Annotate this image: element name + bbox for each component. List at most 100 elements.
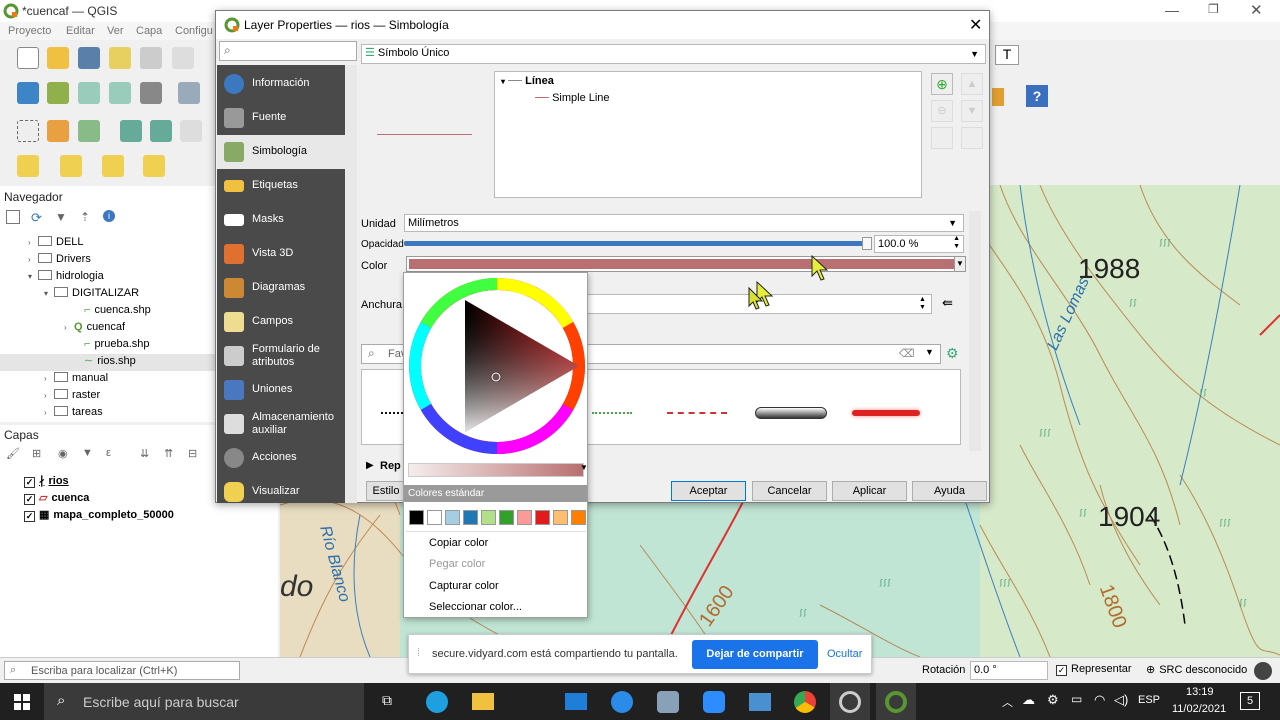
apply-button[interactable]: Aplicar — [832, 481, 907, 501]
battery-icon[interactable]: ▭ — [1071, 692, 1082, 706]
help-button[interactable]: Ayuda — [912, 481, 987, 501]
save-as-icon[interactable] — [109, 47, 131, 69]
tree-item[interactable]: ⌐ prueba.shp — [84, 338, 149, 355]
layout-manager-icon[interactable] — [172, 47, 194, 69]
app-icon[interactable] — [657, 691, 679, 713]
width-spinner-icon[interactable]: ▲ ▼ — [919, 296, 931, 312]
help-icon[interactable]: ? — [1026, 85, 1048, 107]
notification-center-icon[interactable]: 5 — [1240, 692, 1260, 710]
symbol-red-glow[interactable] — [852, 410, 920, 416]
add-symbol-layer-icon[interactable]: ⊕ — [931, 73, 953, 95]
menu-configuracion[interactable]: Configu — [175, 25, 213, 37]
select-rect-icon[interactable] — [17, 120, 39, 142]
shape3-icon[interactable] — [180, 120, 202, 142]
color-wheel[interactable] — [407, 276, 587, 456]
tree-item[interactable]: ▾ hidrologia — [28, 270, 104, 287]
digitize-icon[interactable] — [17, 82, 39, 104]
tree-item[interactable]: ⌐ cuenca.shp — [84, 304, 151, 321]
properties-scrollbar[interactable] — [969, 211, 981, 451]
file-explorer-icon[interactable] — [472, 693, 494, 710]
clock-date[interactable]: 11/02/2021 — [1172, 703, 1226, 715]
sidebar-item-acciones[interactable]: Acciones — [217, 441, 345, 475]
color-swatch-7[interactable] — [535, 510, 550, 525]
move-down-icon[interactable]: ▼ — [961, 100, 983, 122]
edit-icon[interactable] — [78, 82, 100, 104]
select-location-icon[interactable] — [143, 155, 165, 177]
taskbar-search[interactable]: ⌕ Escribe aquí para buscar — [44, 683, 364, 720]
cloud-icon[interactable]: ☁ — [1022, 692, 1035, 708]
save-project-icon[interactable] — [78, 47, 100, 69]
remove-symbol-layer-icon[interactable]: ⊖ — [931, 100, 953, 122]
color-swatch-6[interactable] — [517, 510, 532, 525]
style-manager-icon[interactable]: ⚙ — [946, 345, 964, 363]
unit-select[interactable]: Milímetros ▼ — [404, 214, 964, 232]
sidebar-item-etiquetas[interactable]: Etiquetas — [217, 169, 345, 203]
tree-item[interactable]: ▾ DIGITALIZAR — [44, 287, 139, 304]
add-group-icon[interactable]: ⊞ — [32, 447, 41, 460]
stop-sharing-button[interactable]: Dejar de compartir — [692, 640, 818, 669]
print-layout-icon[interactable] — [140, 47, 162, 69]
renderer-select[interactable]: ☰ Símbolo Único ▼ — [361, 44, 986, 64]
copy-color-item[interactable]: Copiar color — [429, 537, 488, 549]
sidebar-item-diagramas[interactable]: Diagramas — [217, 271, 345, 305]
polygon-icon[interactable] — [78, 120, 100, 142]
alpha-slider[interactable] — [408, 463, 584, 477]
shape2-icon[interactable] — [150, 120, 172, 142]
tree-item[interactable]: › tareas — [44, 406, 103, 423]
add-selected-icon[interactable] — [6, 210, 20, 224]
pencil-icon[interactable] — [109, 82, 131, 104]
locator-search[interactable]: ⌕ Escriba para localizar (Ctrl+K) — [4, 661, 240, 680]
color-swatch-2[interactable] — [445, 510, 460, 525]
symbol-tree-child[interactable]: Simple Line — [535, 92, 610, 104]
symbol-tree-root[interactable]: ▾ Línea — [501, 75, 554, 87]
minimize-icon[interactable]: — — [1165, 2, 1179, 18]
menu-editar[interactable]: Editar — [66, 25, 95, 37]
color-swatch-0[interactable] — [409, 510, 424, 525]
rotation-spinbox[interactable]: 0.0 ° — [970, 661, 1048, 680]
symbol-pipe[interactable] — [755, 407, 827, 419]
color-swatch-8[interactable] — [553, 510, 568, 525]
messages-icon[interactable] — [1254, 662, 1272, 680]
wifi-icon[interactable]: ◠ — [1094, 692, 1105, 708]
settings-tray-icon[interactable]: ⚙ — [1047, 692, 1059, 708]
tree-item[interactable]: › Drivers — [28, 253, 91, 270]
close-window-icon[interactable]: ✕ — [1250, 1, 1263, 19]
symbol-green-dotted[interactable] — [592, 412, 632, 414]
sidebar-item-fuente[interactable]: Fuente — [217, 101, 345, 135]
zoom-icon[interactable] — [703, 691, 725, 713]
search-dropdown-icon[interactable]: ▼ — [925, 347, 934, 357]
opacity-spinbox[interactable]: 100.0 % ▲ ▼ — [874, 235, 964, 253]
node-icon[interactable] — [178, 82, 200, 104]
color-swatch-9[interactable] — [571, 510, 586, 525]
menu-capa[interactable]: Capa — [136, 25, 162, 37]
text-annotation-icon[interactable]: T — [995, 45, 1019, 65]
data-defined-icon[interactable]: ⇚ — [942, 295, 960, 313]
collapse-icon[interactable]: ⇡ — [80, 210, 90, 224]
refresh-icon[interactable]: ⟳ — [31, 210, 42, 226]
filter-icon[interactable]: ▼ — [82, 447, 93, 459]
style-button[interactable]: Estilo — [366, 481, 406, 501]
color-swatch-3[interactable] — [463, 510, 478, 525]
new-project-icon[interactable] — [17, 47, 39, 69]
vertex-tool-icon[interactable] — [47, 82, 69, 104]
remove-layer-icon[interactable]: ⊟ — [188, 447, 197, 460]
opacity-slider-handle[interactable] — [862, 237, 872, 250]
maximize-icon[interactable]: ❐ — [1208, 2, 1219, 16]
info-icon[interactable]: i — [103, 210, 115, 222]
menu-ver[interactable]: Ver — [107, 25, 124, 37]
tree-item[interactable]: › Qcuencaf — [64, 321, 125, 338]
windows-start-icon[interactable] — [14, 694, 30, 710]
dialog-close-icon[interactable]: ✕ — [969, 15, 982, 35]
collapse-all-icon[interactable]: ⇈ — [164, 447, 173, 460]
expand-icon[interactable]: ⇊ — [140, 447, 149, 460]
open-project-icon[interactable] — [47, 47, 69, 69]
deselect-icon[interactable] — [102, 155, 124, 177]
sidebar-scrollbar[interactable] — [345, 65, 357, 503]
taskbar-qgis[interactable] — [876, 683, 916, 720]
color-dropdown-icon[interactable]: ▼ — [954, 256, 966, 272]
mail-icon[interactable] — [565, 693, 587, 710]
menu-proyecto[interactable]: Proyecto — [8, 25, 51, 37]
select-by-value-icon[interactable] — [60, 155, 82, 177]
sidebar-item-vista3d[interactable]: Vista 3D — [217, 237, 345, 271]
cancel-button[interactable]: Cancelar — [752, 481, 827, 501]
